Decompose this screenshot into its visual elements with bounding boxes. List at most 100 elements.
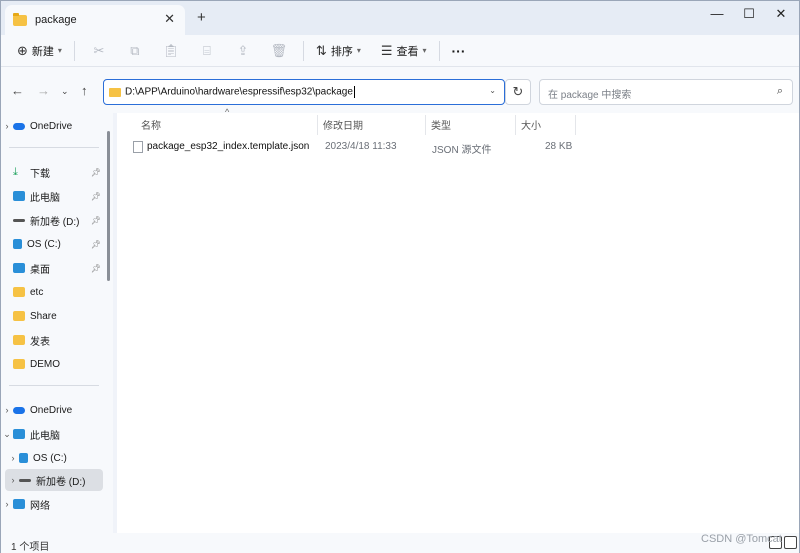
cloud-icon — [13, 406, 25, 414]
desktop-icon — [13, 263, 25, 273]
trash-icon: 🗑︎ — [270, 42, 288, 58]
share-button[interactable]: ⇪ — [225, 38, 261, 64]
sidebar-item-this-pc[interactable]: 此电脑 📌︎ — [1, 185, 113, 207]
scissors-icon: ✂ — [93, 42, 105, 58]
tree-item-label: OS (C:) — [33, 452, 67, 464]
sidebar-item-desktop[interactable]: 桌面 📌︎ — [1, 257, 113, 279]
column-divider[interactable] — [515, 115, 516, 135]
table-row[interactable]: package_esp32_index.template.json 2023/4… — [129, 137, 579, 157]
sort-button[interactable]: ⇅ 排序 ▾ — [310, 38, 367, 64]
tree-item-label: 新加卷 (D:) — [36, 476, 86, 488]
new-button[interactable]: ⊕ 新建 ▾ — [11, 38, 68, 64]
tree-item-onedrive[interactable]: › OneDrive — [1, 399, 113, 421]
sidebar-item-label: OS (C:) — [27, 238, 61, 250]
back-arrow-icon[interactable]: ← — [11, 83, 24, 98]
tree-item-network[interactable]: › 网络 — [1, 493, 113, 515]
chevron-down-icon: ▾ — [356, 46, 361, 55]
new-tab-button[interactable]: + — [197, 9, 206, 26]
sort-ascending-icon: ^ — [225, 107, 230, 117]
chevron-right-icon[interactable]: › — [1, 121, 13, 131]
sidebar-item-label: 下载 — [30, 168, 50, 180]
tree-item-drive-d[interactable]: › 新加卷 (D:) — [5, 469, 103, 491]
more-options-button[interactable]: ··· — [446, 38, 472, 64]
tree-item-drive-c[interactable]: › OS (C:) — [1, 447, 113, 469]
clipboard-icon: 📋︎ — [162, 42, 180, 58]
column-divider[interactable] — [425, 115, 426, 135]
column-header-type[interactable]: 类型 — [431, 117, 451, 132]
column-header-name[interactable]: 名称 — [141, 117, 161, 132]
tab-close-icon[interactable]: ✕ — [164, 11, 175, 27]
computer-icon — [13, 429, 25, 439]
sidebar-item-demo[interactable]: DEMO — [1, 353, 113, 375]
sidebar-item-publish[interactable]: 发表 — [1, 329, 113, 351]
address-bar[interactable]: D:\APP\Arduino\hardware\espressif\esp32\… — [103, 79, 505, 105]
sidebar-item-downloads[interactable]: ⤓ 下载 📌︎ — [1, 161, 113, 183]
refresh-button[interactable]: ↻ — [505, 79, 531, 105]
pin-icon[interactable]: 📌︎ — [91, 216, 101, 225]
column-divider[interactable] — [317, 115, 318, 135]
folder-icon — [13, 287, 25, 297]
chevron-down-icon[interactable]: ⌄ — [489, 86, 496, 95]
chevron-right-icon[interactable]: › — [7, 453, 19, 463]
delete-button[interactable]: 🗑︎ — [261, 38, 297, 64]
folder-icon — [13, 359, 25, 369]
sidebar-item-onedrive[interactable]: › OneDrive — [1, 115, 113, 137]
divider — [73, 40, 75, 61]
tree-item-label: 网络 — [30, 500, 50, 512]
recent-locations-icon[interactable]: ⌄ — [61, 86, 69, 97]
sidebar-item-etc[interactable]: etc — [1, 281, 113, 303]
sidebar-item-label: 桌面 — [30, 264, 50, 276]
up-arrow-icon[interactable]: ↑ — [81, 83, 88, 98]
rename-button[interactable]: ⌸ — [189, 38, 225, 64]
chevron-right-icon[interactable]: › — [7, 475, 19, 485]
paste-button[interactable]: 📋︎ — [153, 38, 189, 64]
column-header-size[interactable]: 大小 — [521, 117, 541, 132]
new-label: 新建 — [31, 45, 54, 58]
view-button[interactable]: ☰ 查看 ▾ — [375, 38, 433, 64]
forward-arrow-icon[interactable]: → — [37, 83, 50, 98]
file-size: 28 KB — [545, 141, 573, 152]
tab-package[interactable]: package ✕ — [5, 5, 185, 35]
chevron-down-icon[interactable]: ⌄ — [1, 429, 13, 440]
status-bar: 1 个项目 — [1, 533, 799, 553]
pin-icon[interactable]: 📌︎ — [91, 192, 101, 201]
sidebar-item-label: 新加卷 (D:) — [30, 216, 80, 228]
chevron-right-icon[interactable]: › — [1, 405, 13, 415]
address-path[interactable]: D:\APP\Arduino\hardware\espressif\esp32\… — [125, 86, 355, 98]
tree-item-this-pc[interactable]: ⌄ 此电脑 — [1, 423, 113, 445]
copy-icon: ⧉ — [130, 42, 140, 58]
sidebar-item-drive-d[interactable]: 新加卷 (D:) 📌︎ — [1, 209, 113, 231]
view-label: 查看 — [396, 45, 419, 58]
more-icon: ··· — [451, 42, 466, 59]
pin-icon[interactable]: 📌︎ — [91, 168, 101, 177]
sidebar-item-drive-c[interactable]: OS (C:) 📌︎ — [1, 233, 113, 255]
drive-icon — [19, 478, 31, 482]
chevron-right-icon[interactable]: › — [1, 499, 13, 509]
rename-icon: ⌸ — [203, 42, 211, 58]
pin-icon[interactable]: 📌︎ — [91, 264, 101, 273]
tiles-view-icon[interactable] — [784, 536, 797, 549]
sort-label: 排序 — [330, 45, 353, 58]
tree-item-label: OneDrive — [30, 404, 73, 416]
folder-icon — [13, 12, 27, 26]
json-file-icon — [133, 141, 143, 153]
sidebar-item-label: etc — [30, 286, 44, 298]
computer-icon — [13, 191, 25, 201]
close-button[interactable]: ✕ — [761, 3, 800, 25]
refresh-icon: ↻ — [512, 84, 524, 99]
search-placeholder: 在 package 中搜索 — [548, 90, 632, 101]
sidebar-item-label: 此电脑 — [30, 192, 60, 204]
item-count: 1 个项目 — [11, 542, 50, 553]
column-header-modified[interactable]: 修改日期 — [323, 117, 363, 132]
search-input[interactable]: 在 package 中搜索 ⌕ — [539, 79, 793, 105]
pin-icon[interactable]: 📌︎ — [91, 240, 101, 249]
sidebar-scrollbar[interactable] — [107, 131, 110, 281]
column-divider[interactable] — [575, 115, 576, 135]
folder-icon — [109, 88, 121, 97]
cut-button[interactable]: ✂ — [81, 38, 117, 64]
file-explorer-window: package ✕ + — ☐ ✕ ⊕ 新建 ▾ ✂ ⧉ 📋︎ ⌸ ⇪ 🗑︎ ⇅… — [0, 0, 800, 553]
sort-icon: ⇅ — [315, 42, 327, 58]
copy-button[interactable]: ⧉ — [117, 38, 153, 64]
sidebar-item-label: Share — [30, 310, 57, 322]
sidebar-item-share[interactable]: Share — [1, 305, 113, 327]
